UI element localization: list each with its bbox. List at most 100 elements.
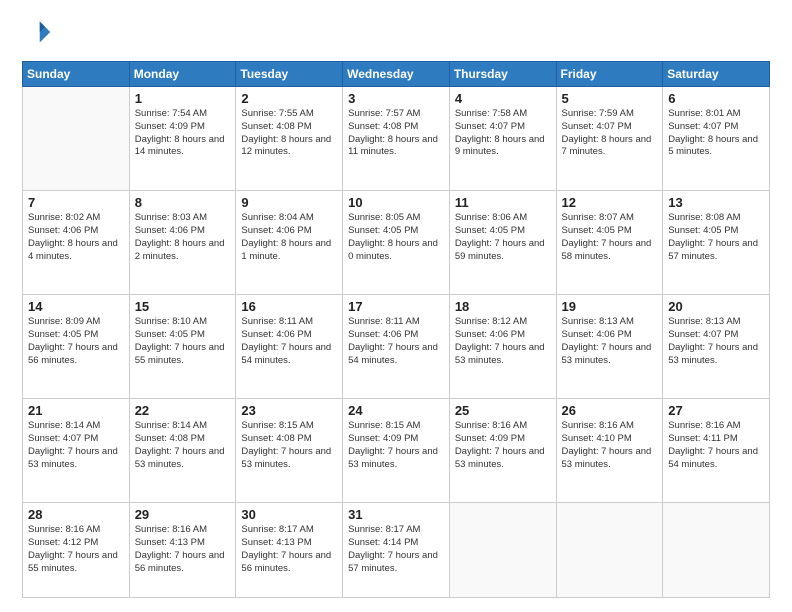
day-number: 16 [241, 299, 337, 314]
week-row-1: 1Sunrise: 7:54 AM Sunset: 4:09 PM Daylig… [23, 87, 770, 191]
day-number: 3 [348, 91, 444, 106]
cell-info: Sunrise: 8:14 AM Sunset: 4:08 PM Dayligh… [135, 420, 231, 471]
page: SundayMondayTuesdayWednesdayThursdayFrid… [0, 0, 792, 612]
cell-info: Sunrise: 8:15 AM Sunset: 4:08 PM Dayligh… [241, 420, 337, 471]
cell-info: Sunrise: 8:08 AM Sunset: 4:05 PM Dayligh… [668, 212, 764, 263]
calendar-cell: 27 Sunrise: 8:16 AM Sunset: 4:11 PM Dayli… [663, 399, 770, 503]
calendar-cell: 2Sunrise: 7:55 AM Sunset: 4:08 PM Daylig… [236, 87, 343, 191]
calendar-cell: 29 Sunrise: 8:16 AM Sunset: 4:13 PM Dayli… [129, 503, 236, 598]
week-row-2: 7 Sunrise: 8:02 AM Sunset: 4:06 PM Daylig… [23, 191, 770, 295]
calendar-cell: 24 Sunrise: 8:15 AM Sunset: 4:09 PM Dayli… [343, 399, 450, 503]
calendar-cell: 21Sunrise: 8:14 AM Sunset: 4:07 PM Dayli… [23, 399, 130, 503]
cell-info: Sunrise: 8:07 AM Sunset: 4:05 PM Dayligh… [562, 212, 658, 263]
logo [22, 18, 52, 51]
weekday-header-monday: Monday [129, 62, 236, 87]
cell-info: Sunrise: 7:58 AM Sunset: 4:07 PM Dayligh… [455, 108, 551, 159]
calendar-cell: 5Sunrise: 7:59 AM Sunset: 4:07 PM Daylig… [556, 87, 663, 191]
cell-info: Sunrise: 8:16 AM Sunset: 4:12 PM Dayligh… [28, 524, 124, 575]
day-number: 29 [135, 507, 231, 522]
day-number: 7 [28, 195, 124, 210]
day-number: 10 [348, 195, 444, 210]
calendar-cell: 15 Sunrise: 8:10 AM Sunset: 4:05 PM Dayli… [129, 295, 236, 399]
cell-info: Sunrise: 8:13 AM Sunset: 4:07 PM Dayligh… [668, 316, 764, 367]
cell-info: Sunrise: 8:15 AM Sunset: 4:09 PM Dayligh… [348, 420, 444, 471]
weekday-header-wednesday: Wednesday [343, 62, 450, 87]
day-number: 23 [241, 403, 337, 418]
week-row-3: 14 Sunrise: 8:09 AM Sunset: 4:05 PM Dayli… [23, 295, 770, 399]
day-number: 8 [135, 195, 231, 210]
weekday-header-saturday: Saturday [663, 62, 770, 87]
calendar-cell: 16 Sunrise: 8:11 AM Sunset: 4:06 PM Dayli… [236, 295, 343, 399]
day-number: 15 [135, 299, 231, 314]
calendar-cell: 12 Sunrise: 8:07 AM Sunset: 4:05 PM Dayli… [556, 191, 663, 295]
calendar-cell: 25 Sunrise: 8:16 AM Sunset: 4:09 PM Dayli… [449, 399, 556, 503]
day-number: 30 [241, 507, 337, 522]
logo-icon [24, 18, 52, 46]
calendar-cell: 28Sunrise: 8:16 AM Sunset: 4:12 PM Dayli… [23, 503, 130, 598]
cell-info: Sunrise: 8:16 AM Sunset: 4:10 PM Dayligh… [562, 420, 658, 471]
calendar-cell: 19Sunrise: 8:13 AM Sunset: 4:06 PM Dayli… [556, 295, 663, 399]
cell-info: Sunrise: 8:17 AM Sunset: 4:14 PM Dayligh… [348, 524, 444, 575]
calendar-table: SundayMondayTuesdayWednesdayThursdayFrid… [22, 61, 770, 598]
day-number: 19 [562, 299, 658, 314]
calendar-cell: 10 Sunrise: 8:05 AM Sunset: 4:05 PM Dayli… [343, 191, 450, 295]
calendar-cell: 4 Sunrise: 7:58 AM Sunset: 4:07 PM Daylig… [449, 87, 556, 191]
cell-info: Sunrise: 8:03 AM Sunset: 4:06 PM Dayligh… [135, 212, 231, 263]
cell-info: Sunrise: 8:16 AM Sunset: 4:13 PM Dayligh… [135, 524, 231, 575]
day-number: 18 [455, 299, 551, 314]
cell-info: Sunrise: 8:05 AM Sunset: 4:05 PM Dayligh… [348, 212, 444, 263]
week-row-4: 21Sunrise: 8:14 AM Sunset: 4:07 PM Dayli… [23, 399, 770, 503]
header [22, 18, 770, 51]
cell-info: Sunrise: 8:16 AM Sunset: 4:11 PM Dayligh… [668, 420, 764, 471]
cell-info: Sunrise: 7:57 AM Sunset: 4:08 PM Dayligh… [348, 108, 444, 159]
cell-info: Sunrise: 7:54 AM Sunset: 4:09 PM Dayligh… [135, 108, 231, 159]
calendar-cell: 31 Sunrise: 8:17 AM Sunset: 4:14 PM Dayli… [343, 503, 450, 598]
calendar-cell [449, 503, 556, 598]
weekday-header-tuesday: Tuesday [236, 62, 343, 87]
calendar-cell: 26 Sunrise: 8:16 AM Sunset: 4:10 PM Dayli… [556, 399, 663, 503]
cell-info: Sunrise: 8:11 AM Sunset: 4:06 PM Dayligh… [241, 316, 337, 367]
calendar-cell: 9 Sunrise: 8:04 AM Sunset: 4:06 PM Daylig… [236, 191, 343, 295]
cell-info: Sunrise: 8:12 AM Sunset: 4:06 PM Dayligh… [455, 316, 551, 367]
day-number: 25 [455, 403, 551, 418]
calendar-cell: 13Sunrise: 8:08 AM Sunset: 4:05 PM Dayli… [663, 191, 770, 295]
day-number: 14 [28, 299, 124, 314]
day-number: 21 [28, 403, 124, 418]
cell-info: Sunrise: 8:01 AM Sunset: 4:07 PM Dayligh… [668, 108, 764, 159]
cell-info: Sunrise: 8:02 AM Sunset: 4:06 PM Dayligh… [28, 212, 124, 263]
weekday-header-friday: Friday [556, 62, 663, 87]
day-number: 12 [562, 195, 658, 210]
calendar-cell: 20Sunrise: 8:13 AM Sunset: 4:07 PM Dayli… [663, 295, 770, 399]
calendar-cell: 7 Sunrise: 8:02 AM Sunset: 4:06 PM Daylig… [23, 191, 130, 295]
day-number: 17 [348, 299, 444, 314]
cell-info: Sunrise: 8:09 AM Sunset: 4:05 PM Dayligh… [28, 316, 124, 367]
calendar-cell: 6 Sunrise: 8:01 AM Sunset: 4:07 PM Daylig… [663, 87, 770, 191]
calendar-cell [556, 503, 663, 598]
day-number: 4 [455, 91, 551, 106]
cell-info: Sunrise: 8:10 AM Sunset: 4:05 PM Dayligh… [135, 316, 231, 367]
day-number: 2 [241, 91, 337, 106]
calendar-cell [663, 503, 770, 598]
cell-info: Sunrise: 8:04 AM Sunset: 4:06 PM Dayligh… [241, 212, 337, 263]
weekday-header-row: SundayMondayTuesdayWednesdayThursdayFrid… [23, 62, 770, 87]
calendar-cell: 22 Sunrise: 8:14 AM Sunset: 4:08 PM Dayli… [129, 399, 236, 503]
weekday-header-sunday: Sunday [23, 62, 130, 87]
day-number: 26 [562, 403, 658, 418]
calendar-cell: 14 Sunrise: 8:09 AM Sunset: 4:05 PM Dayli… [23, 295, 130, 399]
calendar-cell: 8 Sunrise: 8:03 AM Sunset: 4:06 PM Daylig… [129, 191, 236, 295]
calendar-cell: 1Sunrise: 7:54 AM Sunset: 4:09 PM Daylig… [129, 87, 236, 191]
cell-info: Sunrise: 8:16 AM Sunset: 4:09 PM Dayligh… [455, 420, 551, 471]
cell-info: Sunrise: 8:17 AM Sunset: 4:13 PM Dayligh… [241, 524, 337, 575]
day-number: 11 [455, 195, 551, 210]
day-number: 9 [241, 195, 337, 210]
calendar-cell: 17 Sunrise: 8:11 AM Sunset: 4:06 PM Dayli… [343, 295, 450, 399]
cell-info: Sunrise: 7:59 AM Sunset: 4:07 PM Dayligh… [562, 108, 658, 159]
day-number: 6 [668, 91, 764, 106]
day-number: 22 [135, 403, 231, 418]
calendar-cell: 30 Sunrise: 8:17 AM Sunset: 4:13 PM Dayli… [236, 503, 343, 598]
day-number: 31 [348, 507, 444, 522]
cell-info: Sunrise: 8:11 AM Sunset: 4:06 PM Dayligh… [348, 316, 444, 367]
calendar-cell: 23 Sunrise: 8:15 AM Sunset: 4:08 PM Dayli… [236, 399, 343, 503]
day-number: 24 [348, 403, 444, 418]
day-number: 27 [668, 403, 764, 418]
